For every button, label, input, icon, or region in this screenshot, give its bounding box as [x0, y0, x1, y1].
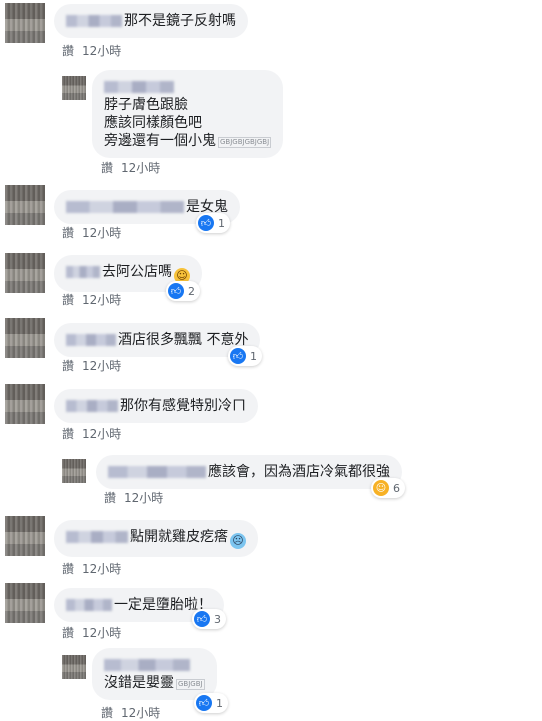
- comment-meta: 讚 12小時: [62, 224, 121, 241]
- like-icon: 👍︎: [198, 215, 214, 231]
- like-icon: 👍︎: [194, 611, 210, 627]
- commenter-name[interactable]: [66, 15, 122, 27]
- timestamp[interactable]: 12小時: [82, 226, 121, 240]
- timestamp[interactable]: 12小時: [121, 706, 160, 720]
- commenter-name[interactable]: [66, 201, 184, 213]
- reaction-count: 1: [216, 696, 223, 710]
- timestamp[interactable]: 12小時: [82, 44, 121, 58]
- commenter-name[interactable]: [66, 334, 116, 346]
- timestamp[interactable]: 12小時: [121, 161, 160, 175]
- avatar[interactable]: [5, 583, 45, 623]
- like-link[interactable]: 讚: [62, 44, 74, 58]
- comment-text: 沒錯是嬰靈: [104, 675, 174, 691]
- timestamp[interactable]: 12小時: [82, 427, 121, 441]
- comment-text: 酒店很多飄飄 不意外: [118, 332, 249, 348]
- commenter-name[interactable]: [66, 400, 118, 412]
- avatar[interactable]: [5, 384, 45, 424]
- comment-meta: 讚 12小時: [62, 42, 121, 59]
- comment-meta: 讚 12小時: [62, 560, 121, 577]
- reaction-summary[interactable]: 👍︎ 2: [166, 281, 200, 301]
- comment-bubble: 那不是鏡子反射嗎: [54, 4, 248, 38]
- like-icon: 👍︎: [230, 348, 246, 364]
- sticker: GBJGBJ: [176, 679, 205, 690]
- like-link[interactable]: 讚: [101, 161, 113, 175]
- like-link[interactable]: 讚: [62, 562, 74, 576]
- commenter-name[interactable]: [108, 466, 206, 478]
- reaction-count: 3: [214, 612, 221, 626]
- timestamp[interactable]: 12小時: [124, 491, 163, 505]
- commenter-name[interactable]: [66, 531, 128, 543]
- reaction-summary[interactable]: ☺︎ 6: [371, 478, 405, 498]
- haha-icon: ☺︎: [373, 480, 389, 496]
- like-icon: 👍︎: [196, 695, 212, 711]
- comment-bubble: 應該會，因為酒店冷氣都很強: [96, 455, 402, 489]
- commenter-name[interactable]: [104, 659, 190, 671]
- comment-meta: 讚 12小時: [62, 624, 121, 641]
- comment-text: 去阿公店嗎: [102, 264, 172, 280]
- reaction-summary[interactable]: 👍︎ 1: [196, 213, 230, 233]
- reaction-summary[interactable]: 👍︎ 1: [228, 346, 262, 366]
- avatar[interactable]: [5, 185, 45, 225]
- comment-bubble: 脖子膚色跟臉 應該同樣顏色吧 旁邊還有一個小鬼 GBJGBJGBJGBJ: [92, 70, 284, 158]
- sticker: GBJGBJGBJGBJ: [218, 137, 272, 148]
- comment-meta: 讚 12小時: [104, 489, 163, 506]
- cold-sweat-emoji-icon: ☹︎: [230, 533, 246, 549]
- commenter-name[interactable]: [66, 266, 100, 278]
- reaction-summary[interactable]: 👍︎ 1: [194, 693, 228, 713]
- comment-text: 那你有感覺特別冷ㄇ: [120, 398, 246, 414]
- like-link[interactable]: 讚: [62, 293, 74, 307]
- timestamp[interactable]: 12小時: [82, 626, 121, 640]
- comment-text-line: 脖子膚色跟臉: [104, 97, 188, 113]
- avatar[interactable]: [62, 655, 86, 679]
- comment-meta: 讚 12小時: [101, 704, 160, 721]
- like-link[interactable]: 讚: [62, 226, 74, 240]
- like-link[interactable]: 讚: [62, 626, 74, 640]
- timestamp[interactable]: 12小時: [82, 562, 121, 576]
- comment-bubble: 那你有感覺特別冷ㄇ: [54, 389, 258, 423]
- comment-text-line: 旁邊還有一個小鬼: [104, 133, 216, 149]
- comment-text: 應該會，因為酒店冷氣都很強: [208, 464, 390, 480]
- avatar[interactable]: [5, 318, 45, 358]
- avatar[interactable]: [62, 459, 86, 483]
- like-link[interactable]: 讚: [101, 706, 113, 720]
- reaction-count: 1: [218, 216, 225, 230]
- comment-meta: 讚 12小時: [62, 425, 121, 442]
- comment-meta: 讚 12小時: [101, 159, 160, 176]
- avatar[interactable]: [5, 3, 45, 43]
- comment-text: 那不是鏡子反射嗎: [124, 13, 236, 29]
- like-link[interactable]: 讚: [104, 491, 116, 505]
- comment-bubble: 點開就雞皮疙瘩 ☹︎: [54, 520, 258, 557]
- timestamp[interactable]: 12小時: [82, 293, 121, 307]
- reaction-summary[interactable]: 👍︎ 3: [192, 609, 226, 629]
- comment-text-line: 應該同樣顏色吧: [104, 115, 202, 131]
- avatar[interactable]: [5, 516, 45, 556]
- comment-meta: 讚 12小時: [62, 291, 121, 308]
- commenter-name[interactable]: [104, 81, 174, 93]
- reaction-count: 1: [250, 349, 257, 363]
- like-link[interactable]: 讚: [62, 427, 74, 441]
- timestamp[interactable]: 12小時: [82, 359, 121, 373]
- avatar[interactable]: [5, 253, 45, 293]
- like-icon: 👍︎: [168, 283, 184, 299]
- avatar[interactable]: [62, 76, 86, 100]
- comment-text: 點開就雞皮疙瘩: [130, 529, 228, 545]
- reaction-count: 2: [188, 284, 195, 298]
- commenter-name[interactable]: [66, 599, 112, 611]
- comment-bubble: 沒錯是嬰靈 GBJGBJ: [92, 648, 217, 700]
- like-link[interactable]: 讚: [62, 359, 74, 373]
- comment-meta: 讚 12小時: [62, 357, 121, 374]
- reaction-count: 6: [393, 481, 400, 495]
